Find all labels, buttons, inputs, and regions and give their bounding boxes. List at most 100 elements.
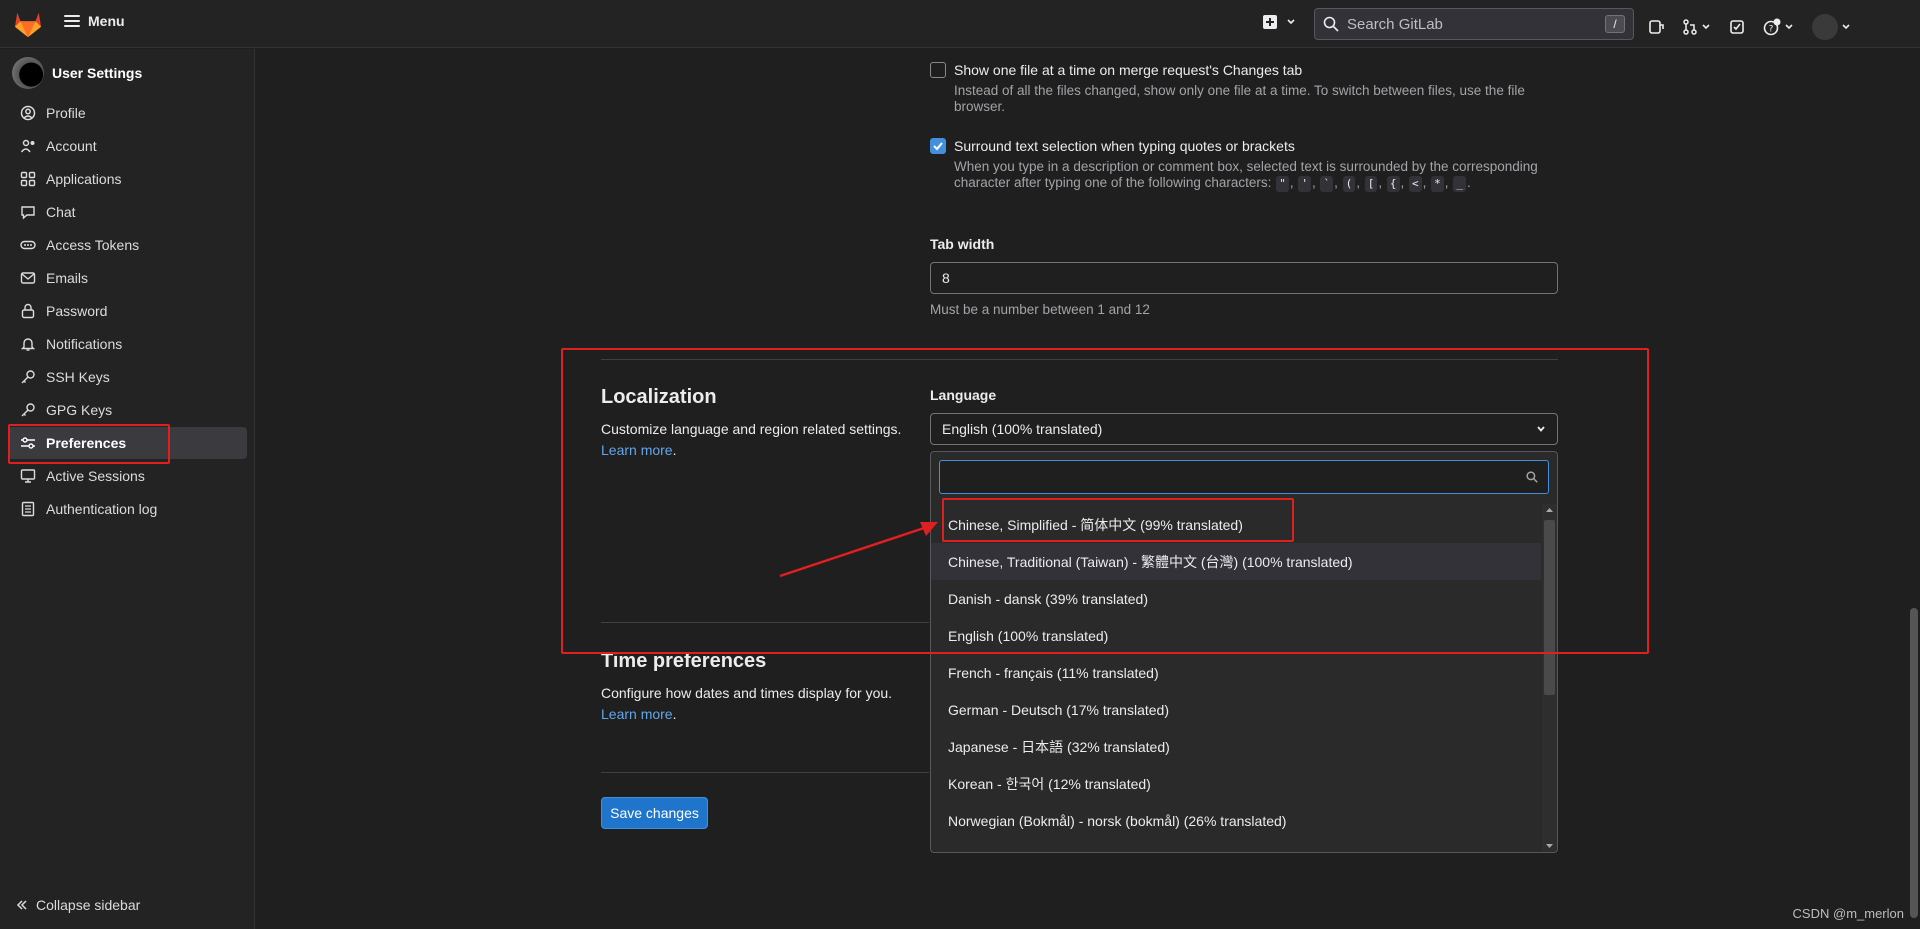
one-file-option: Show one file at a time on merge request… [930,62,1302,78]
language-option[interactable]: Norwegian (Bokmål) - norsk (bokmål) (26%… [931,802,1541,839]
surround-char: ( [1342,176,1356,192]
avatar [1812,14,1838,40]
key-icon [21,370,35,384]
language-option[interactable]: French - français (11% translated) [931,654,1541,691]
surround-char: [ [1364,176,1378,192]
section-divider [601,772,929,773]
checkmark-icon [933,142,943,151]
time-preferences-description: Configure how dates and times display fo… [601,685,893,722]
todos-button[interactable] [1729,19,1745,35]
watermark: CSDN @m_merlon [1792,906,1904,921]
top-icons: ? [1648,14,1851,40]
localization-description: Customize language and region related se… [601,421,902,458]
avatar [12,57,44,89]
sidebar-item-label: GPG Keys [46,402,113,418]
surround-checkbox[interactable] [930,138,946,154]
sidebar-item-password[interactable]: Password [8,295,247,327]
chat-icon [21,206,35,220]
token-icon [20,240,36,250]
sidebar-item-emails[interactable]: Emails [8,262,247,294]
plus-square-icon [1263,15,1277,29]
sidebar-item-label: Emails [46,270,89,286]
applications-icon [20,171,36,187]
language-label: Language [930,387,997,403]
dropdown-scrollbar[interactable] [1542,504,1557,852]
chevron-down-icon [1842,24,1850,30]
surround-char: " [1276,176,1289,192]
one-file-label: Show one file at a time on merge request… [954,62,1303,78]
help-button[interactable]: ? [1763,18,1794,36]
page-scroll-thumb[interactable] [1910,608,1918,918]
language-option[interactable]: German - Deutsch (17% translated) [931,691,1541,728]
language-select[interactable]: English (100% translated) [930,413,1558,445]
dropdown-scroll-thumb[interactable] [1544,520,1555,695]
time-preferences-description-text: Configure how dates and times display fo… [601,685,893,701]
chevron-down-icon [1287,19,1295,25]
collapse-sidebar-button[interactable]: Collapse sidebar [16,897,140,913]
sidebar: User Settings Profile Account Applicatio… [0,49,255,929]
surround-char: ' [1298,176,1311,192]
hamburger-icon [64,15,80,27]
language-option[interactable]: English (100% translated) [931,617,1541,654]
save-changes-button[interactable]: Save changes [601,797,708,829]
search-placeholder: Search GitLab [1347,15,1443,33]
language-search-input[interactable] [939,460,1549,494]
section-divider [601,622,929,623]
surround-char: _ [1453,176,1466,192]
create-new-button[interactable] [1262,14,1296,30]
sidebar-item-account[interactable]: Account [8,130,247,162]
time-preferences-learn-more-link[interactable]: Learn more [601,706,673,722]
sidebar-item-label: Notifications [46,336,123,352]
sidebar-item-authentication-log[interactable]: Authentication log [8,493,247,525]
gitlab-logo-icon[interactable] [13,10,43,38]
merge-requests-button[interactable] [1682,19,1711,35]
chevron-down-icon [1702,24,1710,30]
user-menu-button[interactable] [1812,14,1851,40]
localization-learn-more-link[interactable]: Learn more [601,442,673,458]
search-input[interactable]: Search GitLab / [1314,8,1634,40]
sidebar-item-notifications[interactable]: Notifications [8,328,247,360]
todo-icon [1730,20,1744,34]
mail-icon [20,272,36,284]
localization-description-text: Customize language and region related se… [601,421,902,437]
sidebar-item-label: Password [46,303,108,319]
sidebar-item-gpg-keys[interactable]: GPG Keys [8,394,247,426]
sidebar-item-access-tokens[interactable]: Access Tokens [8,229,247,261]
section-divider [601,359,1558,360]
search-shortcut-badge: / [1605,15,1625,33]
tab-width-value: 8 [942,270,950,286]
sidebar-item-chat[interactable]: Chat [8,196,247,228]
sidebar-item-label: Profile [46,105,86,121]
sidebar-item-applications[interactable]: Applications [8,163,247,195]
log-icon [21,501,35,517]
sidebar-item-label: Chat [46,204,76,220]
issues-button[interactable] [1648,19,1664,35]
sidebar-item-label: SSH Keys [46,369,110,385]
search-icon [1526,471,1538,483]
surround-help-suffix: . [1466,175,1471,190]
surround-help-text: When you type in a description or commen… [954,159,1538,190]
language-option[interactable]: Polish - polski (4% translated) [931,839,1541,853]
sidebar-item-active-sessions[interactable]: Active Sessions [8,460,247,492]
language-option[interactable]: Japanese - 日本語 (32% translated) [931,728,1541,765]
one-file-checkbox[interactable] [930,62,946,78]
sidebar-item-profile[interactable]: Profile [8,97,247,129]
tab-width-input[interactable]: 8 [930,262,1558,294]
sidebar-item-label: Access Tokens [46,237,140,253]
menu-button[interactable]: Menu [64,13,125,29]
sidebar-item-preferences[interactable]: Preferences [8,427,247,459]
annotation-arrow-icon [779,522,938,578]
account-icon [20,139,35,153]
language-option[interactable]: Chinese, Traditional (Taiwan) - 繁體中文 (台灣… [931,543,1541,580]
scroll-down-arrow-icon [1546,844,1553,848]
language-option[interactable]: Chinese, Simplified - 简体中文 (99% translat… [931,506,1541,543]
language-option[interactable]: Korean - 한국어 (12% translated) [931,765,1541,802]
language-option[interactable]: Danish - dansk (39% translated) [931,580,1541,617]
sidebar-item-ssh-keys[interactable]: SSH Keys [8,361,247,393]
main-content: Show one file at a time on merge request… [256,49,1920,929]
surround-option: Surround text selection when typing quot… [930,138,1295,154]
surround-char: < [1409,176,1422,192]
page-scrollbar[interactable] [1907,48,1920,929]
tab-width-help: Must be a number between 1 and 12 [930,302,1150,317]
sidebar-header[interactable]: User Settings [12,57,142,89]
